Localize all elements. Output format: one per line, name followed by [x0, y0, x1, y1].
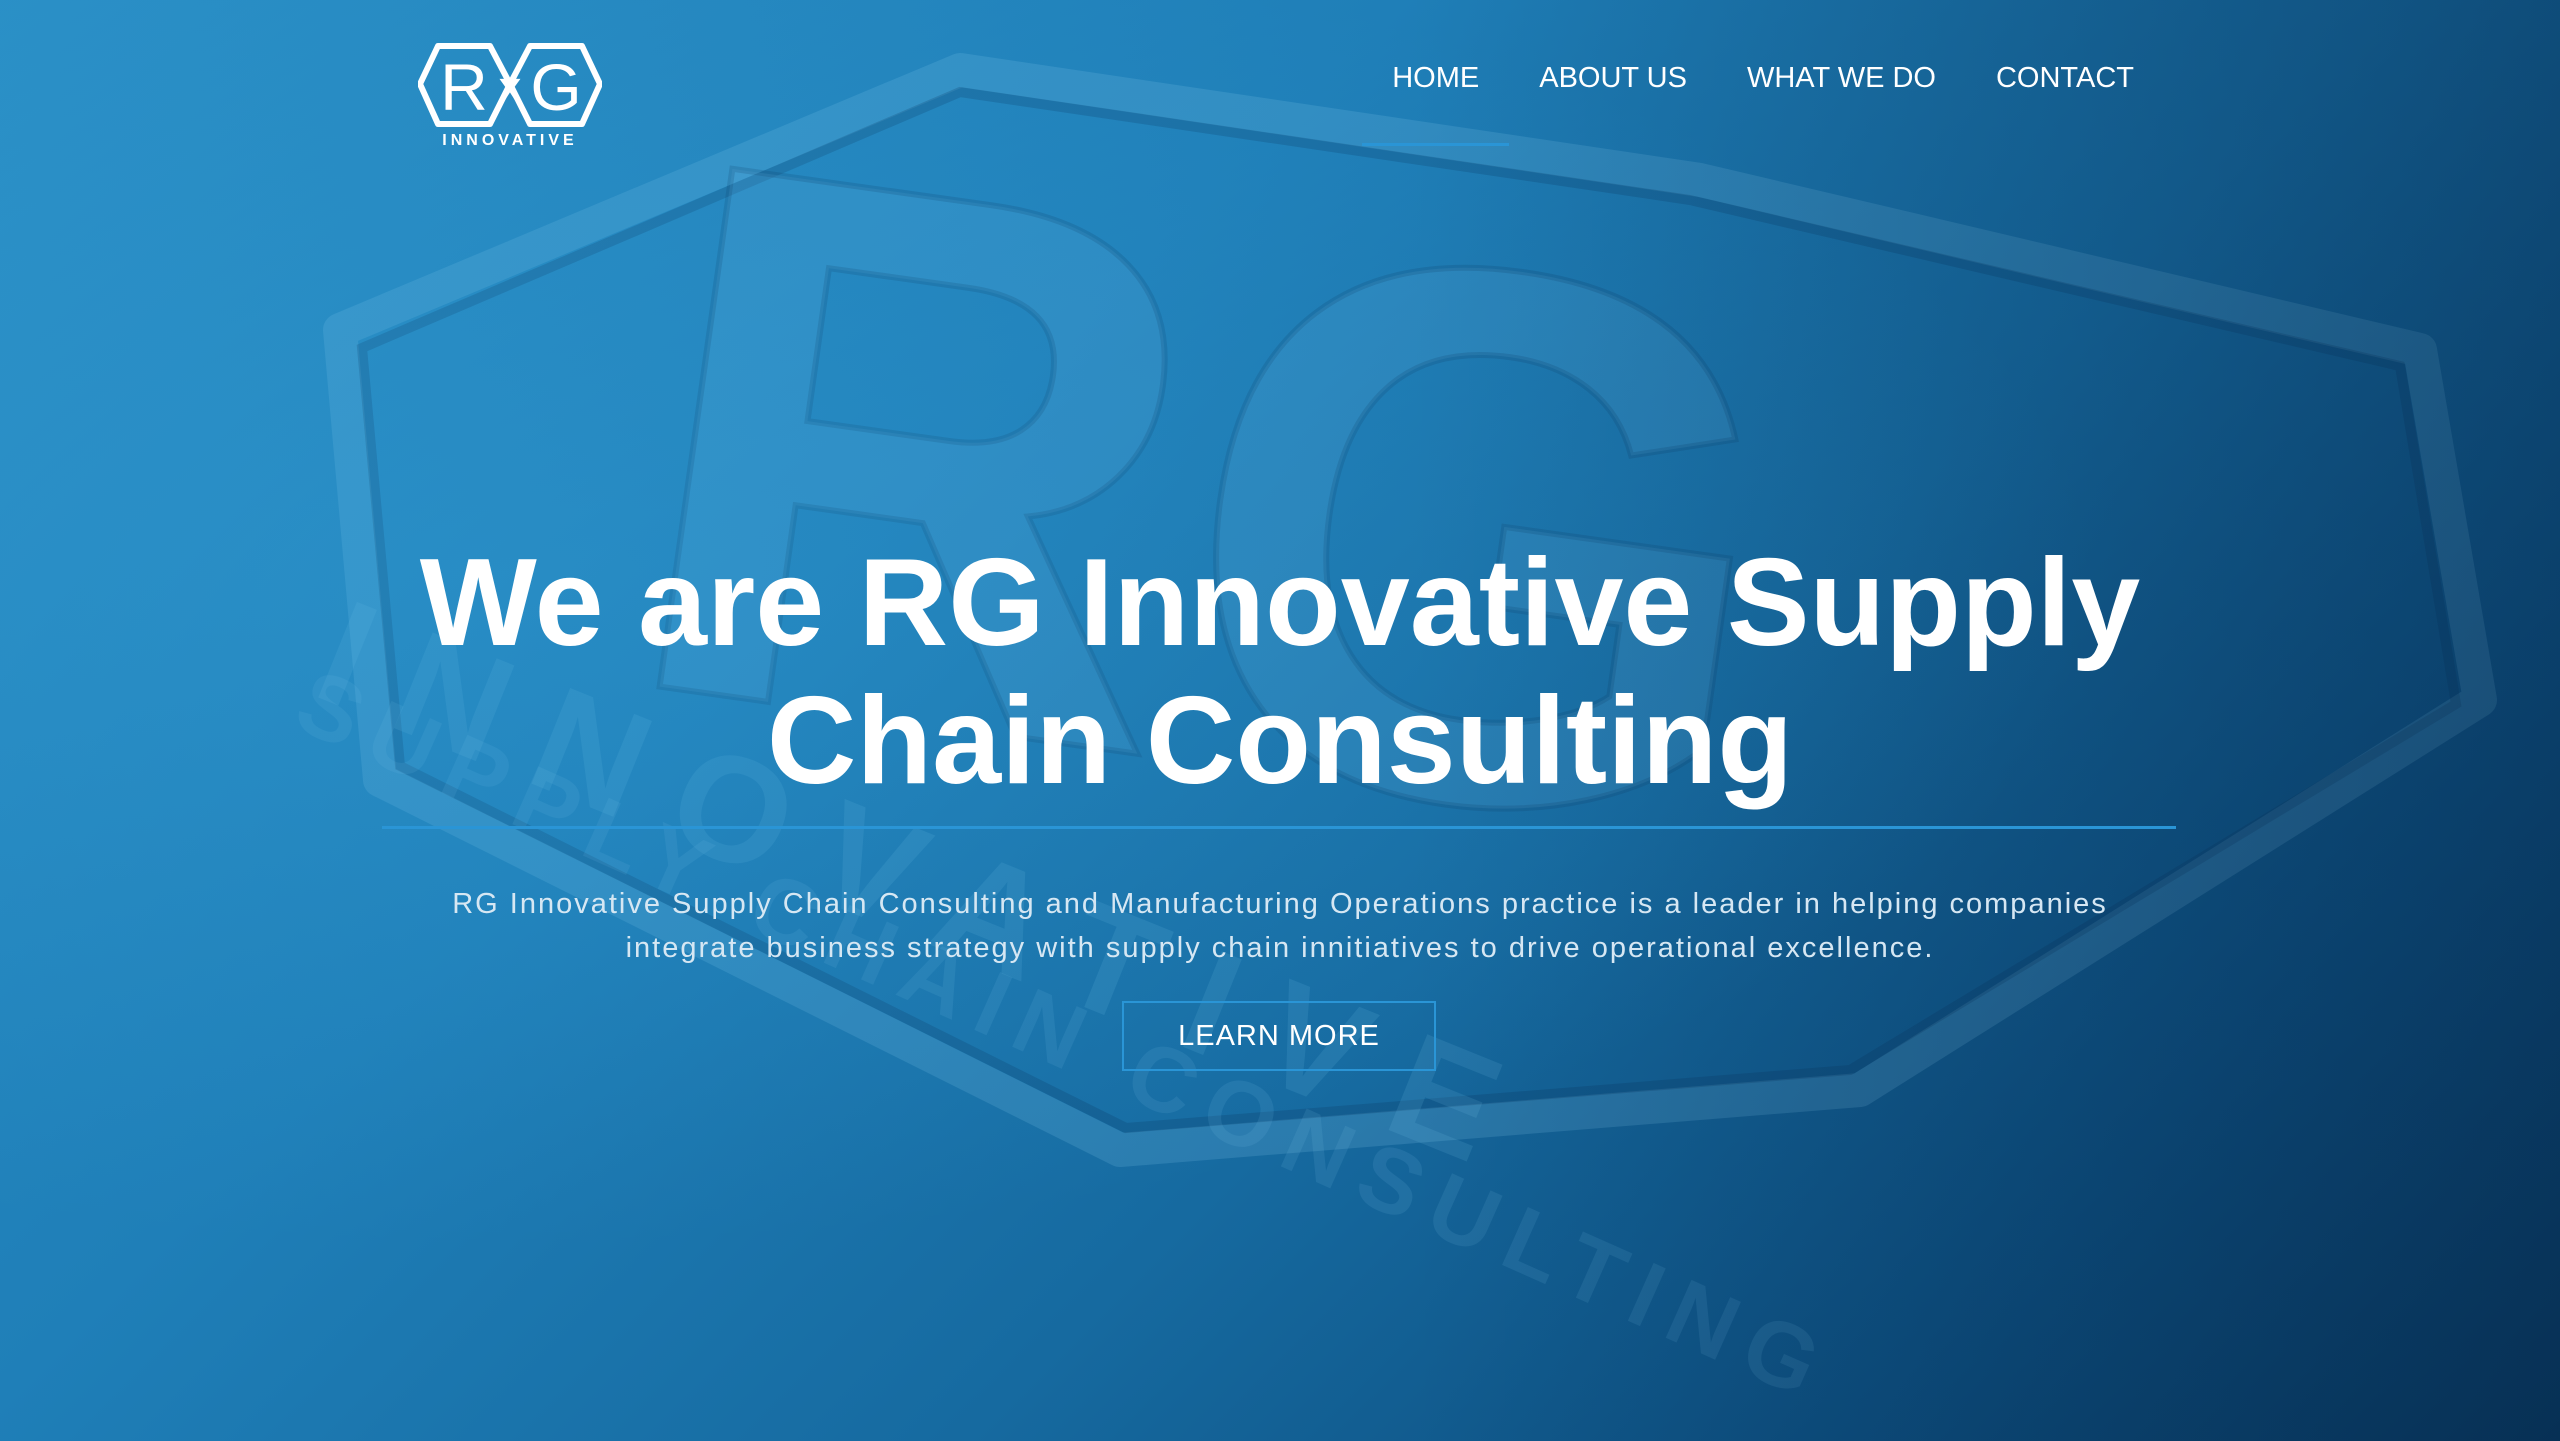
- logo-letter-r: R: [440, 50, 488, 124]
- hero-tagline-line2: integrate business strategy with supply …: [625, 932, 1935, 964]
- hero-tagline-line1: RG Innovative Supply Chain Consulting an…: [452, 888, 2108, 920]
- site-logo[interactable]: R x G INNOVATIVE: [418, 36, 602, 154]
- hero-headline-line1: We are RG Innovative Supply: [419, 534, 2141, 672]
- nav-contact[interactable]: CONTACT: [1966, 58, 2164, 146]
- logo-letter-g: G: [530, 50, 581, 124]
- nav-what-we-do[interactable]: WHAT WE DO: [1717, 58, 1966, 146]
- main-nav: HOME ABOUT US WHAT WE DO CONTACT: [1362, 58, 2164, 146]
- hero-headline: We are RG Innovative Supply Chain Consul…: [0, 534, 2560, 810]
- logo-subtitle: INNOVATIVE: [442, 132, 578, 149]
- headline-divider: [382, 826, 2176, 829]
- hero-headline-line2: Chain Consulting: [766, 672, 1794, 810]
- learn-more-button[interactable]: LEARN MORE: [1122, 1001, 1436, 1071]
- logo-letter-x: x: [499, 65, 521, 109]
- nav-about-us[interactable]: ABOUT US: [1509, 58, 1717, 146]
- hero-section: RG INNOVATIVE SUPPLY CHAIN CONSULTING R …: [0, 0, 2560, 1441]
- hero-tagline: RG Innovative Supply Chain Consulting an…: [380, 882, 2180, 970]
- nav-home[interactable]: HOME: [1362, 58, 1510, 146]
- logo-mark: R x G: [418, 43, 602, 127]
